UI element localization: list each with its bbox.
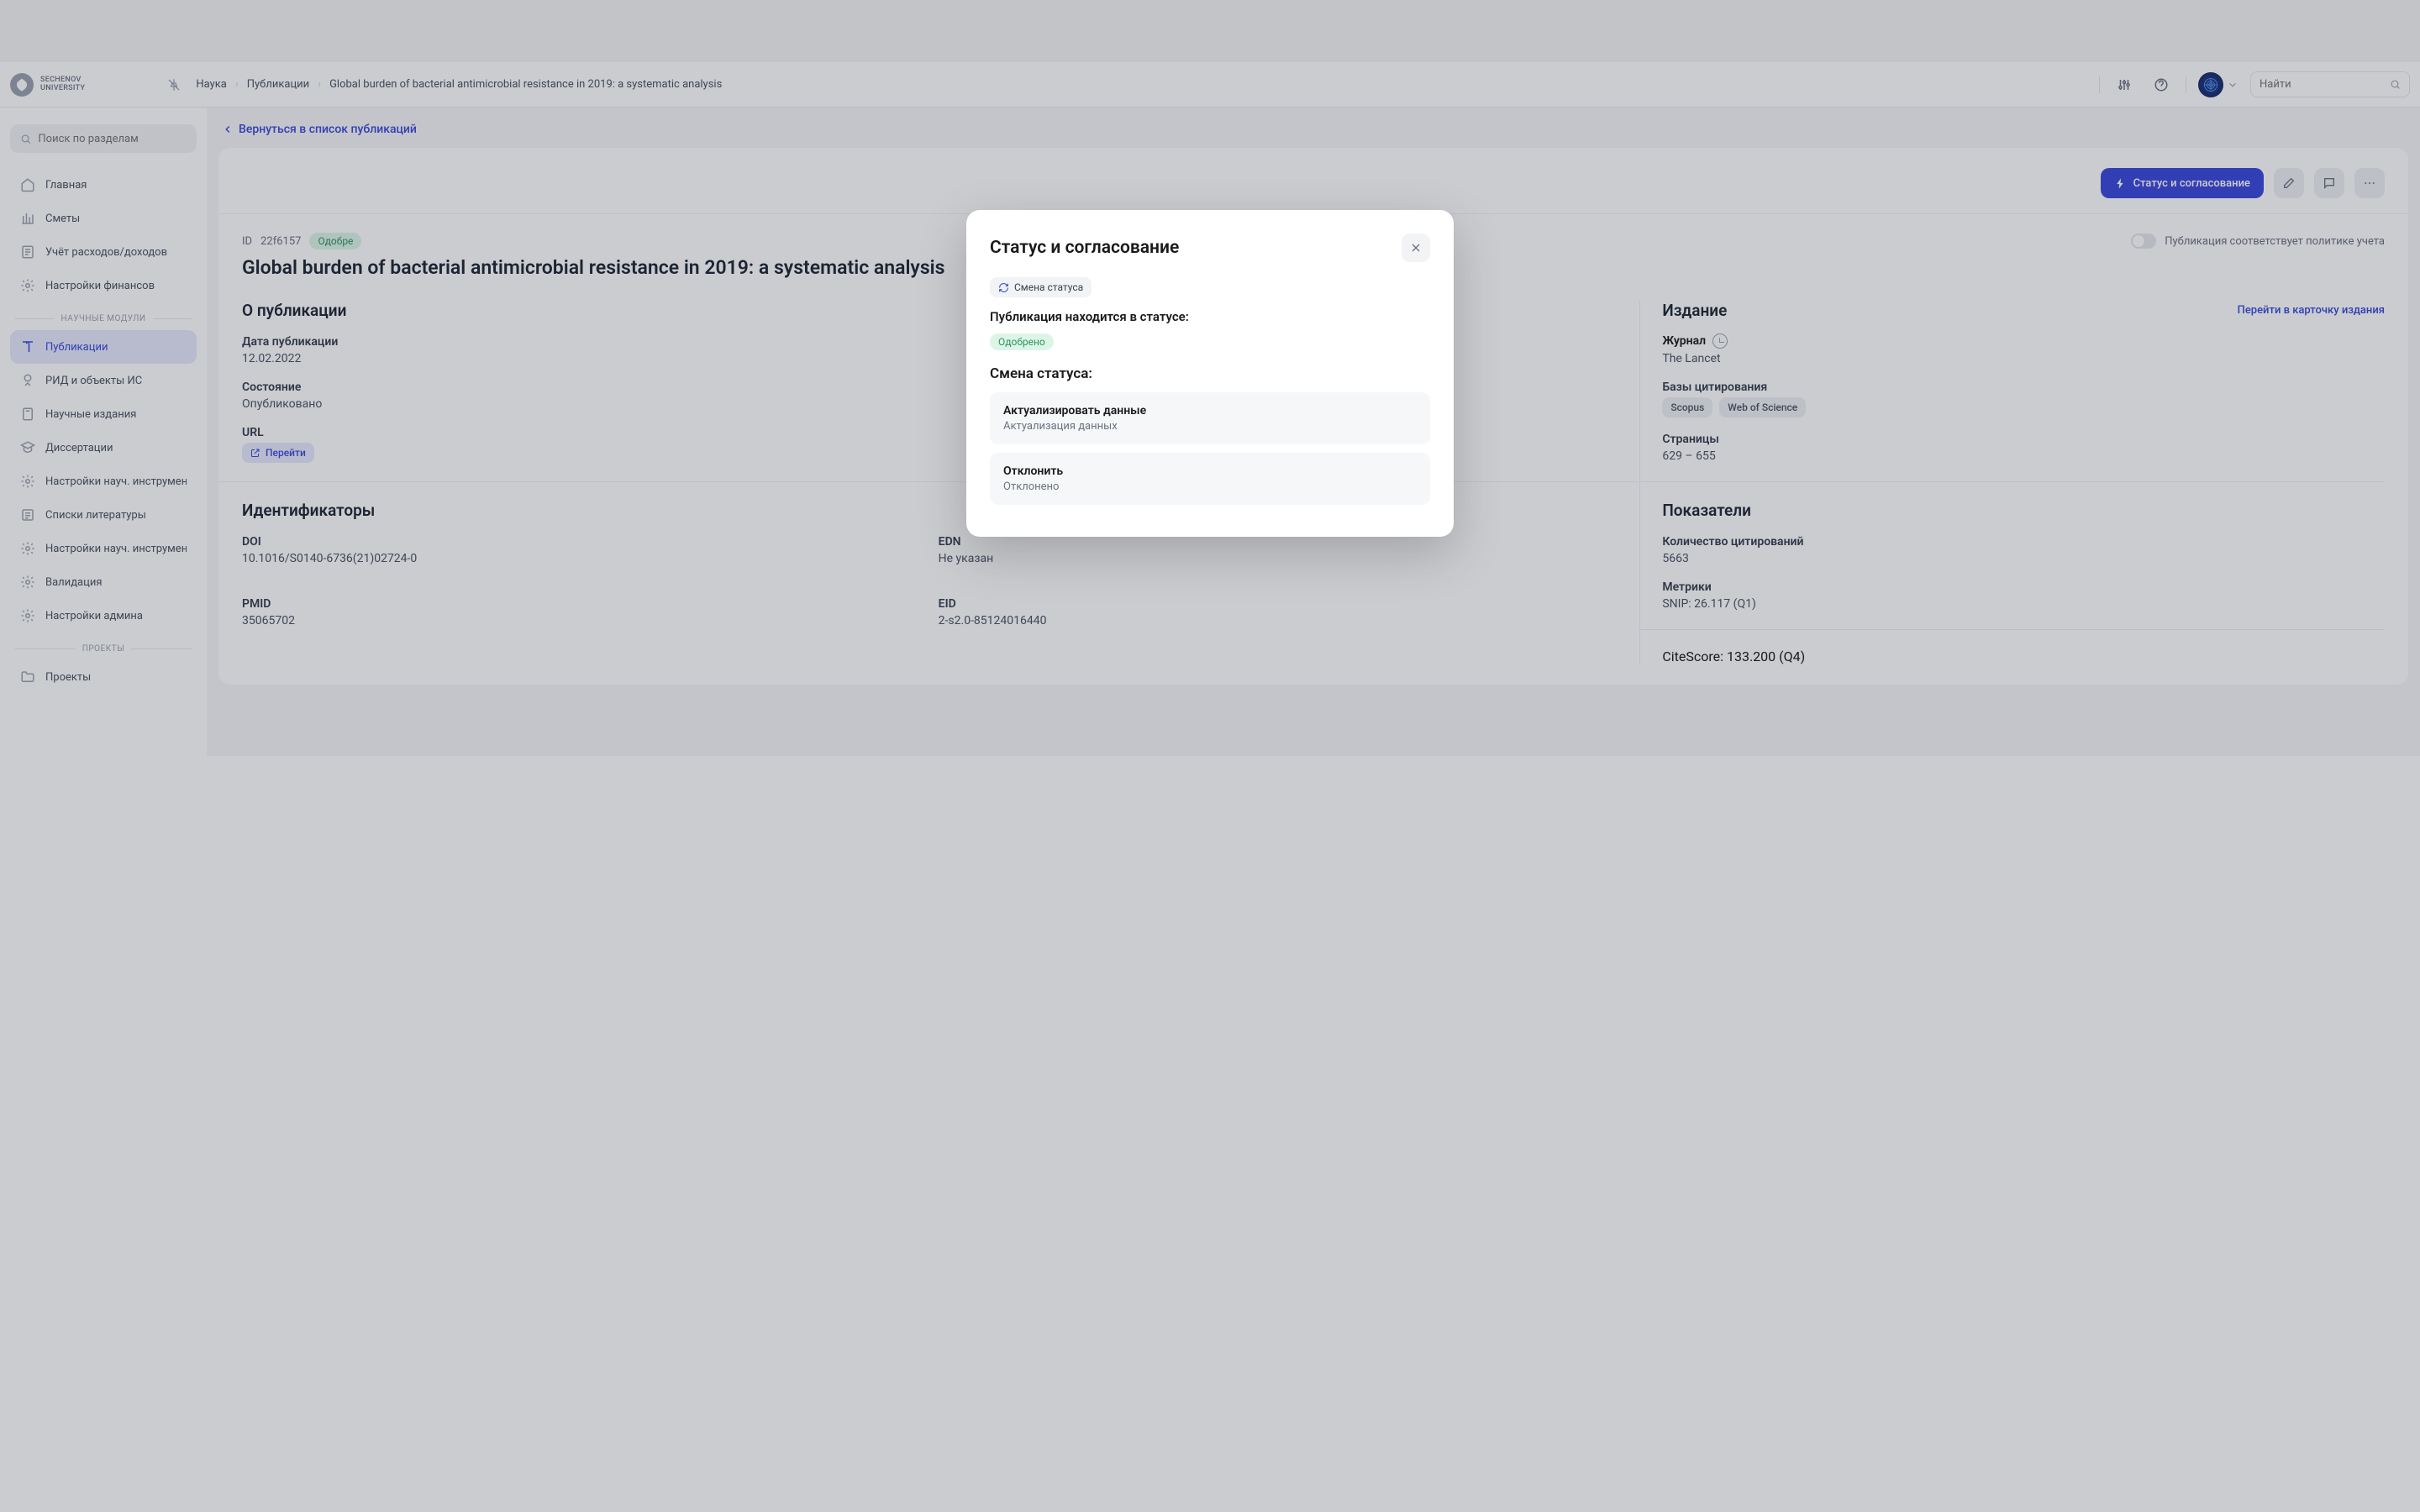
change-status-button[interactable]: Смена статуса [990,277,1092,297]
in-status-label: Публикация находится в статусе: [990,309,1430,324]
current-status-chip: Одобрено [990,333,1054,350]
option-subtitle: Отклонено [1003,480,1417,493]
close-icon [1409,241,1423,255]
option-title: Актуализировать данные [1003,404,1417,417]
status-modal: Статус и согласование Смена статуса Публ… [966,210,1454,537]
status-option-reject[interactable]: Отклонить Отклонено [990,453,1430,505]
close-button[interactable] [1402,234,1430,262]
change-heading: Смена статуса: [990,365,1430,382]
status-option-update[interactable]: Актуализировать данные Актуализация данн… [990,392,1430,444]
option-title: Отклонить [1003,465,1417,478]
option-subtitle: Актуализация данных [1003,420,1417,433]
modal-backdrop[interactable]: Статус и согласование Смена статуса Публ… [0,0,2420,1512]
modal-title: Статус и согласование [990,238,1179,258]
change-status-label: Смена статуса [1014,281,1083,293]
refresh-icon [998,282,1009,293]
